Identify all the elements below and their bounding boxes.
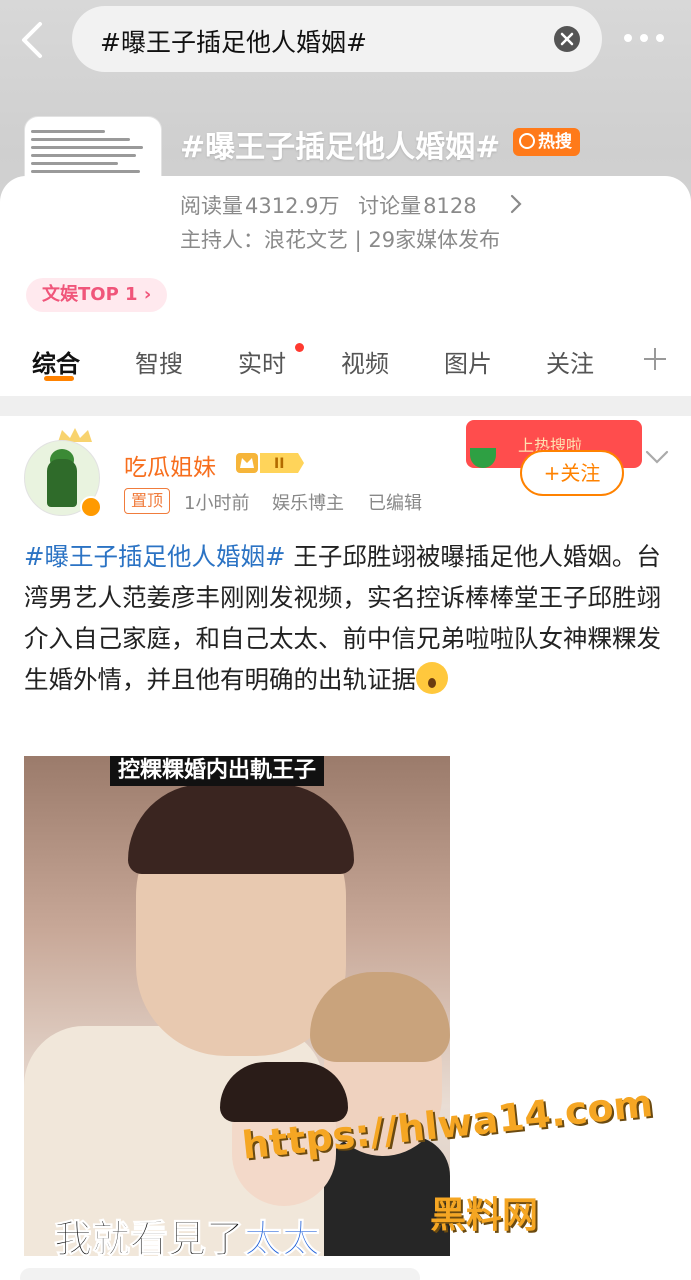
more-icon[interactable]: [624, 30, 668, 46]
edited-label: 已编辑: [368, 493, 422, 514]
clear-search-button[interactable]: [554, 26, 580, 52]
vip-level-text: II: [274, 456, 284, 472]
image-caption-bottom-b: 太太: [244, 1217, 321, 1257]
tab-images[interactable]: 图片: [444, 344, 492, 379]
tab-overview[interactable]: 综合: [32, 344, 80, 379]
back-button[interactable]: [14, 18, 54, 62]
post-time: 1小时前: [184, 493, 250, 514]
topic-stats[interactable]: 阅读量4312.9万 讨论量8128: [180, 190, 489, 220]
back-arrow-icon: [22, 22, 42, 58]
surprised-emoji-icon: [416, 662, 448, 694]
pinned-tag: 置顶: [124, 488, 171, 514]
tab-bar: 综合 智搜 实时 视频 图片 关注: [0, 336, 691, 396]
image-caption-bottom-a: 我就看見了: [53, 1217, 245, 1257]
image-caption-top: 控粿粿婚内出軌王子: [110, 756, 325, 786]
tab-video[interactable]: 视频: [341, 344, 389, 379]
search-input[interactable]: #曝王子插足他人婚姻#: [72, 6, 602, 72]
post-body: #曝王子插足他人婚姻# 王子邱胜翊被曝插足他人婚姻。台湾男艺人范姜彦丰刚刚发视频…: [24, 536, 669, 700]
chevron-right-icon: ›: [143, 284, 152, 305]
chevron-right-icon[interactable]: [508, 192, 524, 216]
watermark-name: 黑料网: [430, 1195, 539, 1236]
rank-pill[interactable]: 文娱TOP 1 ›: [26, 278, 168, 312]
verified-icon: [80, 496, 102, 518]
watermelon-icon: [470, 448, 496, 468]
active-tab-indicator: [44, 376, 74, 381]
section-divider: [0, 396, 691, 416]
hot-icon: [519, 133, 535, 149]
clear-icon: [560, 32, 574, 46]
post-hashtag-link[interactable]: #曝王子插足他人婚姻#: [24, 542, 286, 571]
follow-button[interactable]: +关注: [520, 450, 624, 496]
discussions-label: 讨论量: [358, 194, 422, 218]
discussions-value: 8128: [423, 194, 477, 218]
image-caption-bottom: 我就看見了太太: [53, 1208, 321, 1257]
author-role: 娱乐博主: [272, 493, 344, 514]
host-info[interactable]: 主持人：浪花文艺 | 29家媒体发布: [180, 224, 500, 254]
author-name[interactable]: 吃瓜姐妹: [124, 448, 216, 482]
chevron-down-icon[interactable]: [644, 448, 670, 466]
search-query: #曝王子插足他人婚姻#: [100, 28, 367, 57]
tab-smart-search[interactable]: 智搜: [135, 344, 183, 379]
realtime-notification-dot: [295, 343, 304, 352]
bottom-bar: [0, 1262, 691, 1280]
vip-level-badge: II: [236, 453, 304, 473]
tab-realtime[interactable]: 实时: [238, 344, 286, 379]
reads-value: 4312.9万: [245, 194, 340, 218]
post-image[interactable]: 控粿粿婚内出軌王子 我就看見了太太: [24, 756, 450, 1256]
tab-following[interactable]: 关注: [546, 344, 594, 379]
hot-badge-label: 热搜: [538, 132, 572, 152]
rank-label: 文娱TOP 1: [42, 284, 138, 305]
topic-title: #曝王子插足他人婚姻#: [180, 130, 501, 165]
reads-label: 阅读量: [180, 194, 243, 218]
plus-icon[interactable]: [642, 346, 668, 372]
comment-input-hint[interactable]: [20, 1268, 420, 1280]
hot-search-badge: 热搜: [513, 128, 580, 156]
